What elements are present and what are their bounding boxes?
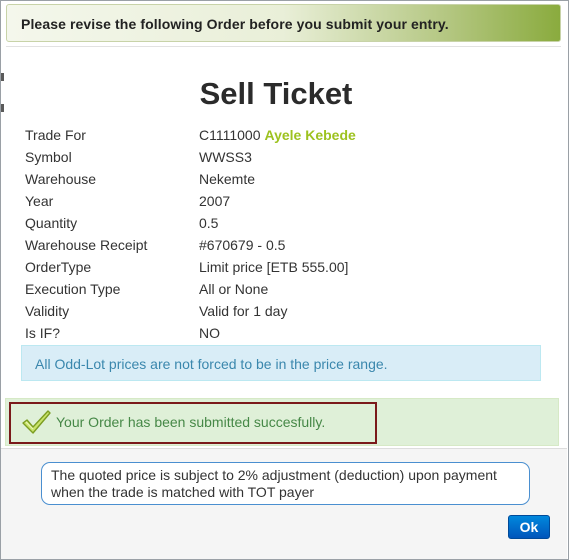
success-message: Your Order has been submitted succesfull… [56, 414, 326, 430]
detail-value: 0.5 [199, 215, 219, 231]
header-divider [6, 46, 561, 47]
ok-button[interactable]: Ok [508, 515, 550, 539]
detail-label: Trade For [25, 127, 86, 143]
detail-label: Validity [25, 303, 70, 319]
checkmark-icon [22, 410, 51, 434]
detail-value: NO [199, 325, 220, 341]
detail-value: Nekemte [199, 171, 256, 187]
detail-label: Is IF? [25, 325, 61, 341]
detail-label: Warehouse Receipt [25, 237, 148, 253]
detail-value: C1111000 Ayele Kebede [199, 127, 356, 143]
detail-label: Warehouse [25, 171, 97, 187]
dialog-header: Please revise the following Order before… [6, 4, 561, 42]
detail-label: Execution Type [25, 281, 121, 297]
trader-id: C1111000 [199, 127, 261, 143]
detail-value: All or None [199, 281, 269, 297]
detail-value: Valid for 1 day [199, 303, 288, 319]
price-note-text: The quoted price is subject to 2% adjust… [51, 467, 497, 500]
trader-name: Ayele Kebede [264, 127, 356, 143]
detail-value: #670679 - 0.5 [199, 237, 286, 253]
detail-value: WWSS3 [199, 149, 252, 165]
price-note-box: The quoted price is subject to 2% adjust… [41, 462, 530, 505]
detail-label: OrderType [25, 259, 92, 275]
info-alert: All Odd-Lot prices are not forced to be … [21, 345, 541, 381]
detail-label: Quantity [25, 215, 78, 231]
detail-label: Year [25, 193, 54, 209]
page-title: Sell Ticket [199, 76, 353, 111]
detail-value: Limit price [ETB 555.00] [199, 259, 349, 275]
info-message: All Odd-Lot prices are not forced to be … [35, 356, 388, 372]
header-message: Please revise the following Order before… [21, 16, 449, 32]
detail-value: 2007 [199, 193, 231, 209]
detail-label: Symbol [25, 149, 72, 165]
